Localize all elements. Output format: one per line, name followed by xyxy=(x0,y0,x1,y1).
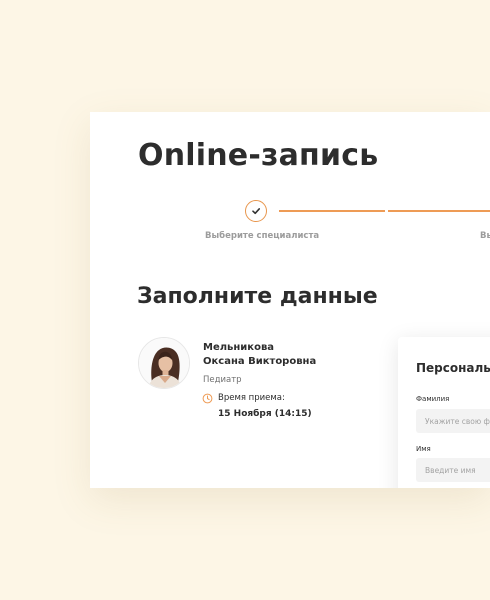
step-1-indicator[interactable] xyxy=(245,200,267,222)
doctor-specialty: Педиатр xyxy=(203,375,242,385)
doctor-name: Мельникова Оксана Викторовна xyxy=(203,341,316,369)
appointment-time-value: 15 Ноября (14:15) xyxy=(218,409,312,419)
last-name-input[interactable] xyxy=(416,409,490,433)
form-title: Персональные данные xyxy=(416,361,490,375)
last-name-label: Фамилия xyxy=(416,395,450,403)
doctor-photo xyxy=(139,338,189,388)
step-1-label[interactable]: Выберите специалиста xyxy=(205,231,319,241)
step-2-label[interactable]: Выберите время xyxy=(480,231,490,241)
check-icon xyxy=(252,208,260,215)
doctor-avatar xyxy=(138,337,190,389)
first-name-label: Имя xyxy=(416,445,431,453)
page-title: Online-запись xyxy=(138,138,379,173)
clock-icon xyxy=(202,393,213,404)
section-title: Заполните данные xyxy=(137,284,378,309)
step-connector xyxy=(388,210,490,212)
appointment-time-label: Время приема: xyxy=(218,393,285,403)
step-connector xyxy=(279,210,385,212)
first-name-input[interactable] xyxy=(416,458,490,482)
doctor-last-name: Мельникова xyxy=(203,342,275,353)
personal-data-form: Персональные данные Фамилия Имя xyxy=(398,337,490,488)
doctor-first-name: Оксана Викторовна xyxy=(203,356,317,367)
booking-card: Online-запись Выберите специалиста Выбер… xyxy=(90,112,490,488)
